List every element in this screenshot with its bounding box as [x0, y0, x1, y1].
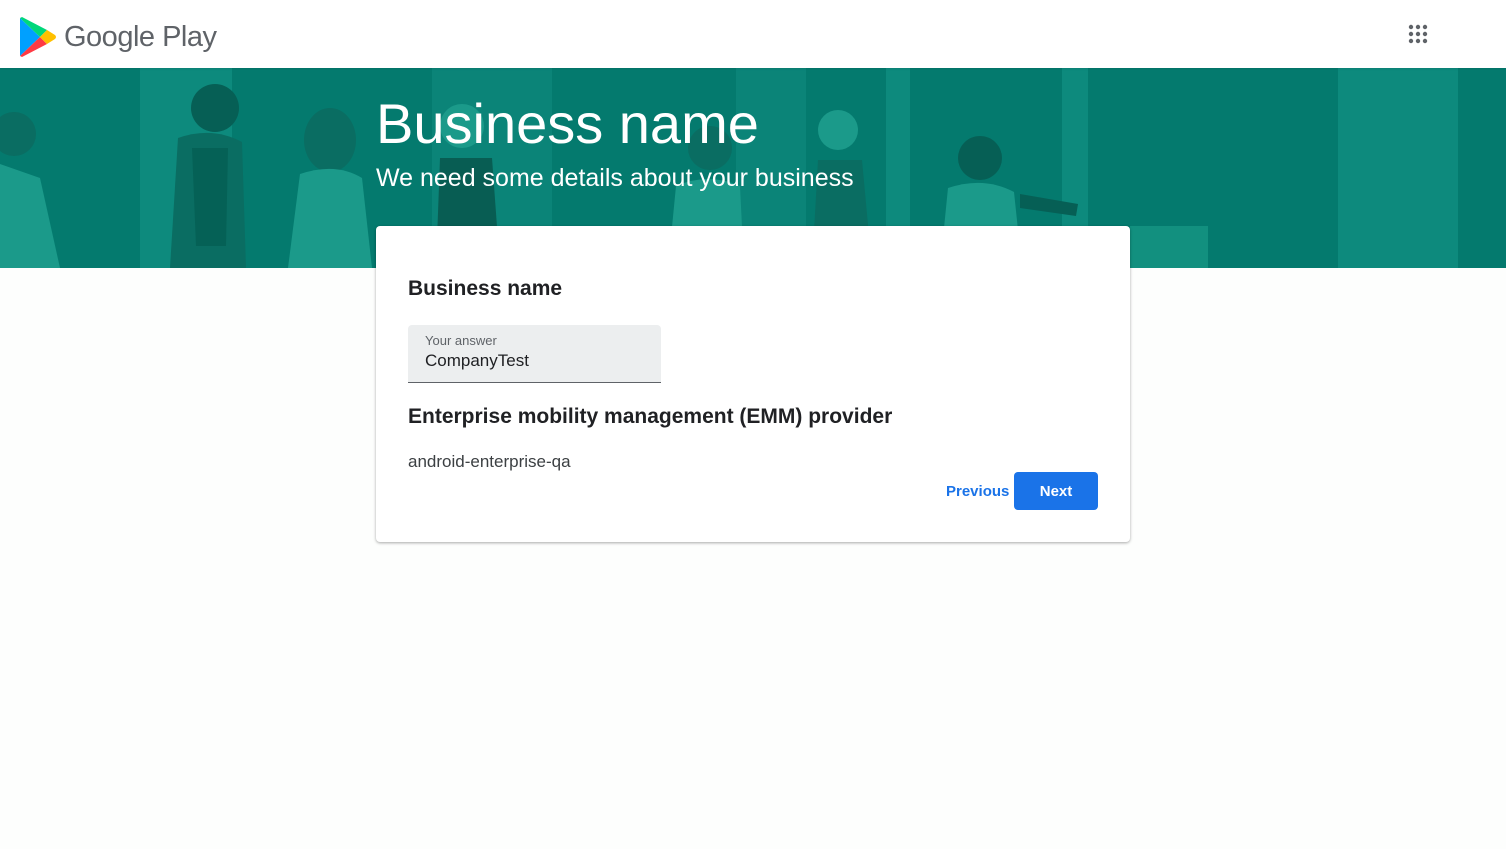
top-app-bar: Google Play — [0, 0, 1506, 68]
page: Google Play Business name We need some d… — [0, 0, 1506, 849]
answer-label: Your answer — [425, 333, 497, 348]
play-logo-icon — [20, 17, 56, 57]
brand-name: Google Play — [64, 21, 217, 53]
next-button[interactable]: Next — [1014, 472, 1098, 510]
apps-grid-icon — [1408, 24, 1428, 44]
page-subtitle: We need some details about your business — [376, 164, 854, 192]
apps-grid-button[interactable] — [1400, 16, 1436, 52]
previous-button[interactable]: Previous — [940, 472, 1014, 510]
page-title: Business name — [376, 92, 759, 155]
business-name-input[interactable] — [425, 351, 650, 371]
business-name-field[interactable]: Your answer — [408, 325, 661, 383]
google-play-logo[interactable]: Google Play — [18, 16, 217, 58]
business-name-heading: Business name — [408, 277, 563, 300]
emm-provider-heading: Enterprise mobility management (EMM) pro… — [408, 405, 893, 428]
emm-provider-value: android-enterprise-qa — [408, 452, 571, 471]
form-card: Business name Your answer Enterprise mob… — [376, 226, 1130, 542]
